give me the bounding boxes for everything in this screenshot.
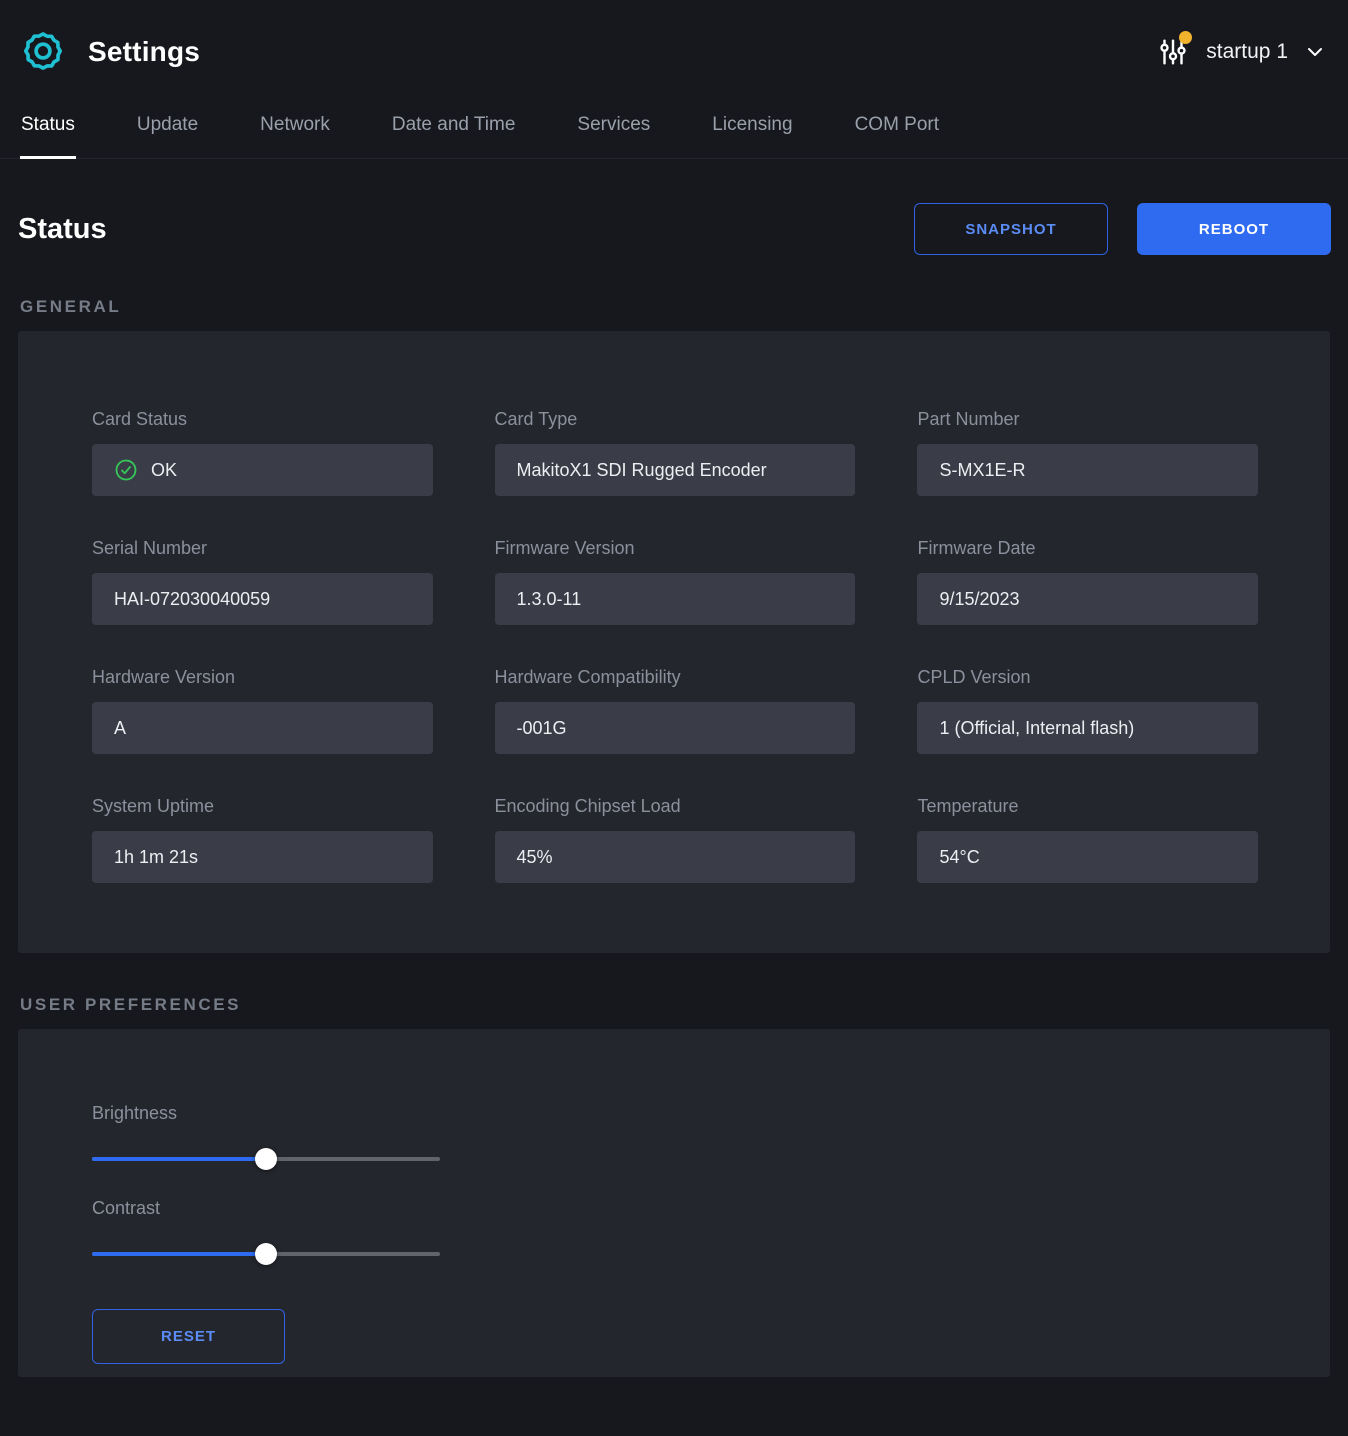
field-value-box: 1.3.0-11 (495, 573, 856, 625)
field-value: MakitoX1 SDI Rugged Encoder (517, 460, 767, 481)
field-card-type: Card Type MakitoX1 SDI Rugged Encoder (495, 409, 856, 496)
field-value: 54°C (939, 847, 979, 868)
field-serial-number: Serial Number HAI-072030040059 (92, 538, 433, 625)
brightness-slider-thumb[interactable] (255, 1148, 277, 1170)
snapshot-button[interactable]: SNAPSHOT (914, 203, 1108, 255)
field-part-number: Part Number S-MX1E-R (917, 409, 1258, 496)
field-label: Temperature (917, 796, 1258, 817)
contrast-slider-thumb[interactable] (255, 1243, 277, 1265)
field-value-box: 1h 1m 21s (92, 831, 433, 883)
field-value: 1.3.0-11 (517, 589, 582, 610)
field-value: S-MX1E-R (939, 460, 1025, 481)
tab-licensing[interactable]: Licensing (711, 100, 793, 158)
field-value-box: HAI-072030040059 (92, 573, 433, 625)
field-system-uptime: System Uptime 1h 1m 21s (92, 796, 433, 883)
field-label: CPLD Version (917, 667, 1258, 688)
field-value-box: MakitoX1 SDI Rugged Encoder (495, 444, 856, 496)
field-value: OK (151, 460, 177, 481)
field-firmware-date: Firmware Date 9/15/2023 (917, 538, 1258, 625)
field-value: HAI-072030040059 (114, 589, 270, 610)
general-section-title: GENERAL (20, 297, 1348, 317)
preset-sliders-icon (1156, 34, 1190, 70)
field-hardware-version: Hardware Version A (92, 667, 433, 754)
user-preferences-section-title: USER PREFERENCES (20, 995, 1348, 1015)
tab-network[interactable]: Network (259, 100, 331, 158)
contrast-label: Contrast (92, 1198, 1258, 1219)
tab-date-and-time[interactable]: Date and Time (391, 100, 517, 158)
field-label: Card Status (92, 409, 433, 430)
field-value: -001G (517, 718, 567, 739)
field-value: 9/15/2023 (939, 589, 1019, 610)
field-firmware-version: Firmware Version 1.3.0-11 (495, 538, 856, 625)
settings-tabbar: Status Update Network Date and Time Serv… (0, 100, 1348, 159)
chevron-down-icon (1306, 46, 1324, 58)
app-header: Settings startup 1 (0, 0, 1348, 100)
field-label: Encoding Chipset Load (495, 796, 856, 817)
reset-button[interactable]: RESET (92, 1309, 285, 1364)
field-value: 1h 1m 21s (114, 847, 198, 868)
field-label: Hardware Compatibility (495, 667, 856, 688)
page-head: Status SNAPSHOT REBOOT (0, 159, 1348, 255)
brightness-slider[interactable] (92, 1148, 440, 1170)
field-value: 1 (Official, Internal flash) (939, 718, 1134, 739)
field-value-box: 45% (495, 831, 856, 883)
tab-status[interactable]: Status (20, 100, 76, 158)
field-value: A (114, 718, 126, 739)
contrast-slider[interactable] (92, 1243, 440, 1265)
field-label: Hardware Version (92, 667, 433, 688)
field-label: Firmware Version (495, 538, 856, 559)
preset-dropdown[interactable]: startup 1 (1156, 34, 1324, 70)
contrast-slider-fill (92, 1252, 266, 1256)
field-label: Part Number (917, 409, 1258, 430)
field-value-box: 54°C (917, 831, 1258, 883)
field-hardware-compatibility: Hardware Compatibility -001G (495, 667, 856, 754)
settings-gear-icon (20, 29, 66, 75)
field-value-box: 1 (Official, Internal flash) (917, 702, 1258, 754)
tab-com-port[interactable]: COM Port (854, 100, 940, 158)
app-title: Settings (88, 36, 200, 68)
brightness-label: Brightness (92, 1103, 1258, 1124)
field-value-box: A (92, 702, 433, 754)
field-value-box: S-MX1E-R (917, 444, 1258, 496)
field-label: Serial Number (92, 538, 433, 559)
field-card-status: Card Status OK (92, 409, 433, 496)
field-temperature: Temperature 54°C (917, 796, 1258, 883)
field-cpld-version: CPLD Version 1 (Official, Internal flash… (917, 667, 1258, 754)
preset-name: startup 1 (1206, 40, 1288, 64)
field-value-box: OK (92, 444, 433, 496)
preset-notification-dot (1179, 31, 1192, 44)
field-value-box: -001G (495, 702, 856, 754)
field-value-box: 9/15/2023 (917, 573, 1258, 625)
field-value: 45% (517, 847, 553, 868)
field-label: Card Type (495, 409, 856, 430)
tab-services[interactable]: Services (576, 100, 651, 158)
user-preferences-panel: Brightness Contrast RESET (18, 1029, 1330, 1377)
general-panel: Card Status OK Card Type MakitoX1 SDI Ru… (18, 331, 1330, 953)
check-circle-icon (114, 458, 138, 482)
field-encoding-chipset-load: Encoding Chipset Load 45% (495, 796, 856, 883)
page-title: Status (18, 213, 107, 246)
brightness-slider-fill (92, 1157, 266, 1161)
field-label: System Uptime (92, 796, 433, 817)
reboot-button[interactable]: REBOOT (1137, 203, 1331, 255)
tab-update[interactable]: Update (136, 100, 199, 158)
field-label: Firmware Date (917, 538, 1258, 559)
